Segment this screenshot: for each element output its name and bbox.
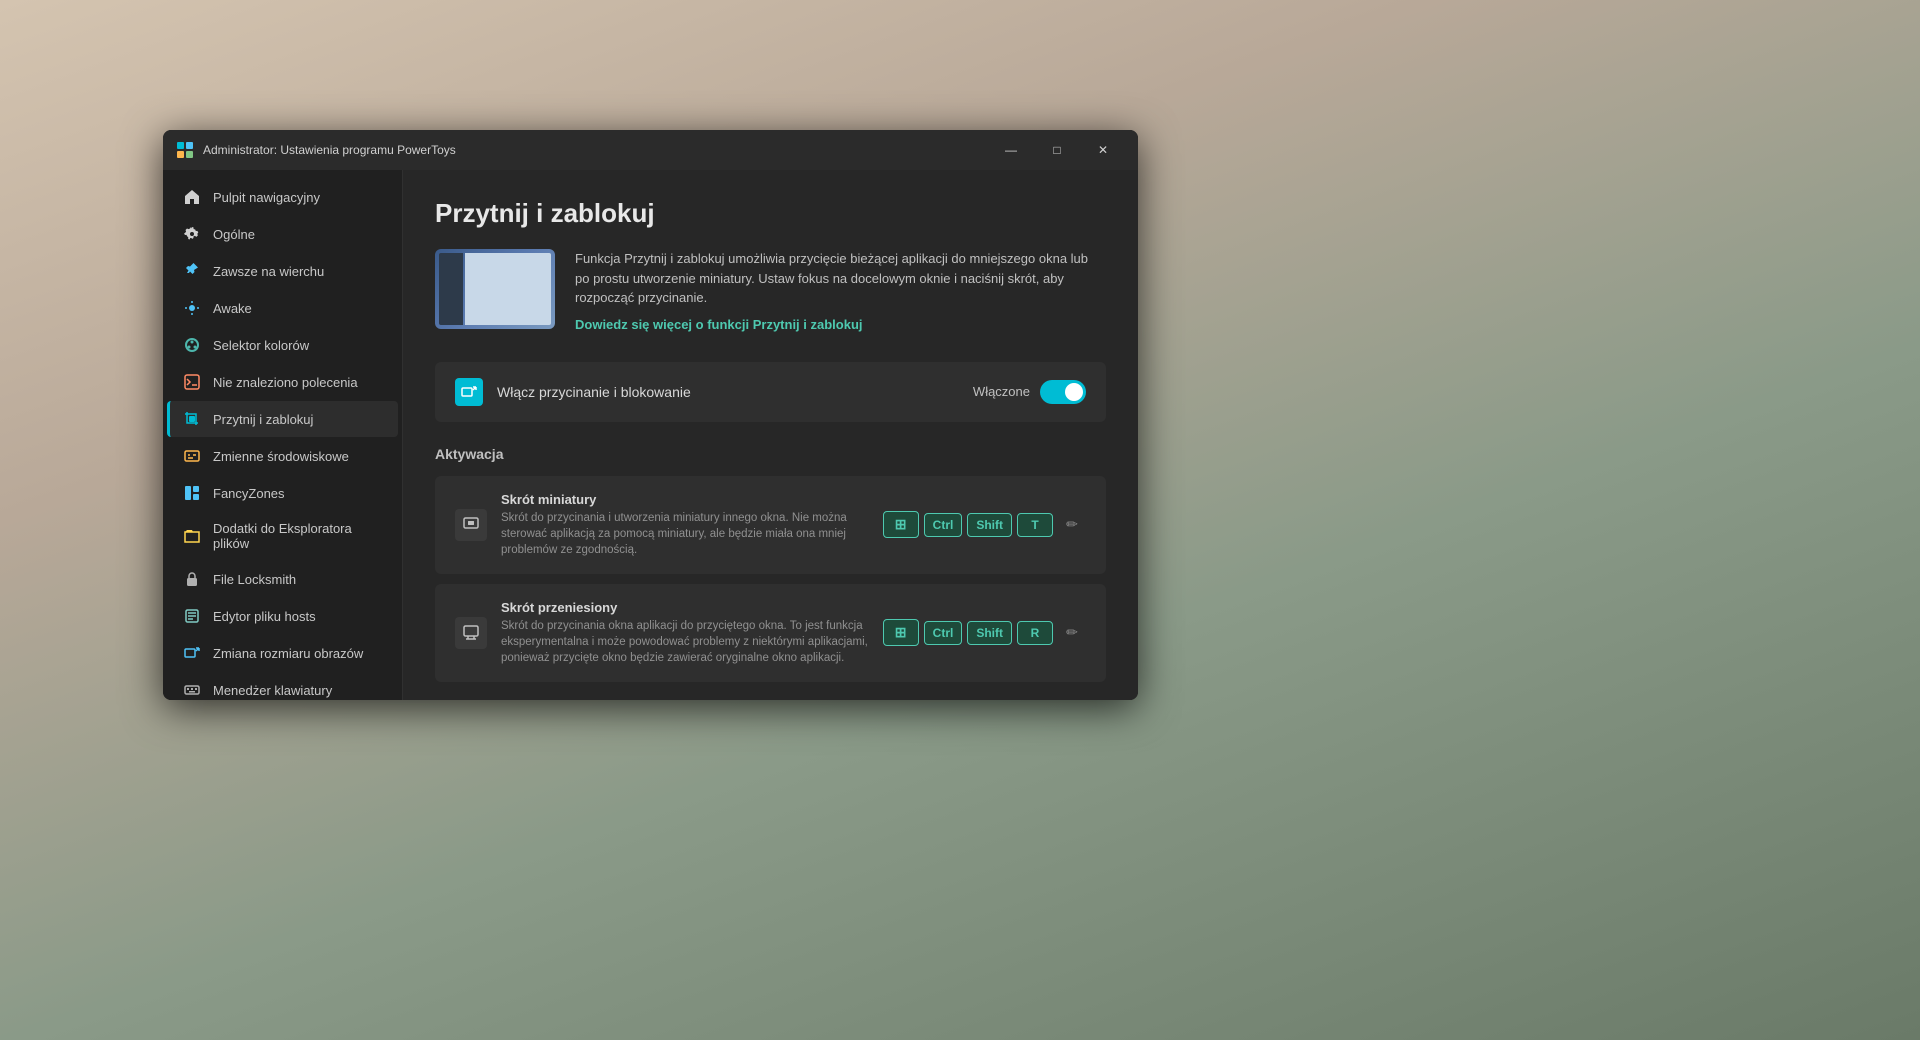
thumb-content	[465, 253, 551, 325]
feature-learn-more-link[interactable]: Dowiedz się więcej o funkcji Przytnij i …	[575, 317, 863, 332]
shortcut-transferred-icon	[455, 617, 487, 649]
sidebar-label-resize: Zmiana rozmiaru obrazów	[213, 646, 363, 661]
sidebar-label-run: Nie znaleziono polecenia	[213, 375, 358, 390]
explorer-icon	[183, 527, 201, 545]
sidebar-item-always-on-top[interactable]: Zawsze na wierchu	[167, 253, 398, 289]
home-icon	[183, 188, 201, 206]
sidebar-label-color-picker: Selektor kolorów	[213, 338, 309, 353]
cmd-icon	[183, 373, 201, 391]
app-window: Administrator: Ustawienia programu Power…	[163, 130, 1138, 700]
edit-shortcut-miniature-button[interactable]: ✏	[1058, 511, 1086, 539]
shortcut-miniature-info: Skrót miniatury Skrót do przycinania i u…	[501, 492, 869, 558]
key-shift-2: Shift	[967, 621, 1012, 645]
sidebar-label-general: Ogólne	[213, 227, 255, 242]
sidebar-item-color-picker[interactable]: Selektor kolorów	[167, 327, 398, 363]
window-title: Administrator: Ustawienia programu Power…	[203, 143, 988, 157]
shortcut-miniature-name: Skrót miniatury	[501, 492, 869, 507]
shortcut-transferred-info: Skrót przeniesiony Skrót do przycinania …	[501, 600, 869, 666]
sidebar-item-general[interactable]: Ogólne	[167, 216, 398, 252]
toggle-feature-icon	[455, 378, 483, 406]
sidebar-label-awake: Awake	[213, 301, 252, 316]
sidebar-item-resize[interactable]: Zmiana rozmiaru obrazów	[167, 635, 398, 671]
feature-thumbnail	[435, 249, 555, 329]
minimize-button[interactable]: —	[988, 134, 1034, 166]
key-win-1: ⊞	[883, 511, 919, 538]
key-win-2: ⊞	[883, 619, 919, 646]
toggle-right: Włączone	[973, 380, 1086, 404]
shortcut-miniature-desc: Skrót do przycinania i utworzenia miniat…	[501, 510, 869, 558]
sidebar-label-fancy-zones: FancyZones	[213, 486, 285, 501]
fancy-icon	[183, 484, 201, 502]
color-icon	[183, 336, 201, 354]
sidebar-item-env[interactable]: Zmienne środowiskowe	[167, 438, 398, 474]
crop-icon	[183, 410, 201, 428]
key-t: T	[1017, 513, 1053, 537]
sidebar-label-keyboard: Menedżer klawiatury	[213, 683, 332, 698]
title-bar: Administrator: Ustawienia programu Power…	[163, 130, 1138, 170]
enable-label: Włącz przycinanie i blokowanie	[497, 384, 973, 400]
feature-hero: Funkcja Przytnij i zablokuj umożliwia pr…	[435, 249, 1106, 334]
shortcut-transferred-keys: ⊞ Ctrl Shift R ✏	[883, 619, 1086, 647]
sidebar-label-env: Zmienne środowiskowe	[213, 449, 349, 464]
maximize-button[interactable]: □	[1034, 134, 1080, 166]
shortcut-transferred-desc: Skrót do przycinania okna aplikacji do p…	[501, 618, 869, 666]
enable-toggle-section: Włącz przycinanie i blokowanie Włączone	[435, 362, 1106, 422]
feature-desc-text: Funkcja Przytnij i zablokuj umożliwia pr…	[575, 249, 1106, 308]
sidebar-label-always-on-top: Zawsze na wierchu	[213, 264, 324, 279]
key-r: R	[1017, 621, 1053, 645]
edit-shortcut-transferred-button[interactable]: ✏	[1058, 619, 1086, 647]
sidebar-label-explorer: Dodatki do Eksploratora plików	[213, 521, 382, 551]
enable-toggle[interactable]	[1040, 380, 1086, 404]
toggle-status: Włączone	[973, 384, 1030, 399]
key-ctrl-1: Ctrl	[924, 513, 963, 537]
shortcut-miniature-keys: ⊞ Ctrl Shift T ✏	[883, 511, 1086, 539]
page-title: Przytnij i zablokuj	[435, 198, 1106, 229]
shortcut-miniature-icon	[455, 509, 487, 541]
sidebar-item-awake[interactable]: Awake	[167, 290, 398, 326]
app-icon	[175, 140, 195, 160]
awake-icon	[183, 299, 201, 317]
keyboard-icon	[183, 681, 201, 699]
hosts-icon	[183, 607, 201, 625]
sidebar-item-file-locksmith[interactable]: File Locksmith	[167, 561, 398, 597]
sidebar-item-fancy-zones[interactable]: FancyZones	[167, 475, 398, 511]
sidebar-item-crop-lock[interactable]: Przytnij i zablokuj	[167, 401, 398, 437]
sidebar-label-home: Pulpit nawigacyjny	[213, 190, 320, 205]
activation-section-title: Aktywacja	[435, 446, 1106, 462]
key-ctrl-2: Ctrl	[924, 621, 963, 645]
feature-description: Funkcja Przytnij i zablokuj umożliwia pr…	[575, 249, 1106, 334]
sidebar-label-crop-lock: Przytnij i zablokuj	[213, 412, 313, 427]
lock-icon	[183, 570, 201, 588]
shortcut-transferred-card: Skrót przeniesiony Skrót do przycinania …	[435, 584, 1106, 682]
env-icon	[183, 447, 201, 465]
sidebar-label-hosts: Edytor pliku hosts	[213, 609, 316, 624]
sidebar-label-file-locksmith: File Locksmith	[213, 572, 296, 587]
key-shift-1: Shift	[967, 513, 1012, 537]
shortcut-miniature-card: Skrót miniatury Skrót do przycinania i u…	[435, 476, 1106, 574]
resize-icon	[183, 644, 201, 662]
sidebar-item-keyboard[interactable]: Menedżer klawiatury	[167, 672, 398, 700]
sidebar-item-explorer[interactable]: Dodatki do Eksploratora plików	[167, 512, 398, 560]
pin-icon	[183, 262, 201, 280]
sidebar-item-hosts[interactable]: Edytor pliku hosts	[167, 598, 398, 634]
thumb-sidebar	[439, 253, 463, 325]
shortcut-transferred-name: Skrót przeniesiony	[501, 600, 869, 615]
close-button[interactable]: ✕	[1080, 134, 1126, 166]
content-area: Pulpit nawigacyjny Ogólne Zawsze na wier…	[163, 170, 1138, 700]
gear-icon	[183, 225, 201, 243]
sidebar-item-run[interactable]: Nie znaleziono polecenia	[167, 364, 398, 400]
main-content: Przytnij i zablokuj Funkcja Przytnij i z…	[403, 170, 1138, 700]
sidebar: Pulpit nawigacyjny Ogólne Zawsze na wier…	[163, 170, 403, 700]
window-controls: — □ ✕	[988, 134, 1126, 166]
sidebar-item-home[interactable]: Pulpit nawigacyjny	[167, 179, 398, 215]
